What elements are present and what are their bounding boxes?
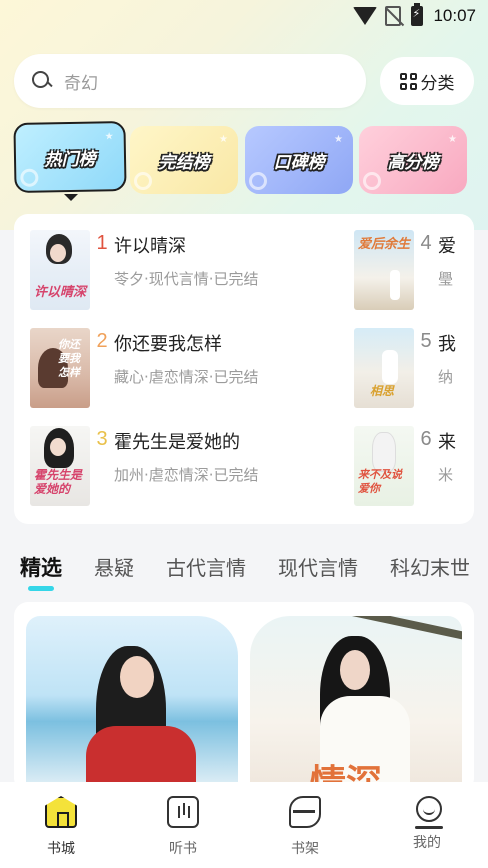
- tab-completed-rank[interactable]: ★ 完结榜: [130, 126, 238, 194]
- book-meta: 加州·虐恋情深·已完结: [114, 466, 259, 484]
- ranking-list: 许以晴深 1 许以晴深 苓夕·现代言情·已完结 你还要我怎样 2 你还要我怎样 …: [14, 214, 474, 524]
- genre-tab-modern-romance[interactable]: 现代言情: [278, 552, 358, 592]
- wifi-icon: [353, 7, 378, 25]
- bottom-navigation: 书城 听书 书架 我的: [0, 782, 488, 868]
- star-icon: ★: [334, 134, 343, 145]
- nav-listen[interactable]: 听书: [143, 796, 223, 868]
- cover-title: 许以晴深: [34, 285, 87, 300]
- status-bar: 10:07: [0, 0, 488, 32]
- tab-label: 热门榜: [44, 149, 96, 170]
- no-sim-icon: [385, 6, 402, 26]
- cover-title: 霍先生是爱她的: [34, 468, 83, 496]
- category-button-label: 分类: [420, 73, 455, 94]
- star-icon: ★: [219, 134, 228, 145]
- genre-tabs: 精选 悬疑 古代言情 现代言情 科幻末世: [20, 552, 488, 592]
- profile-icon: [414, 796, 443, 829]
- nav-label: 我的: [413, 835, 441, 851]
- nav-profile[interactable]: 我的: [387, 796, 467, 868]
- genre-tab-featured[interactable]: 精选: [20, 552, 62, 592]
- cover-title: 来不及说爱你: [358, 468, 402, 495]
- ranking-item[interactable]: 你还要我怎样 2 你还要我怎样 藏心·虐恋情深·已完结: [30, 328, 259, 410]
- nav-label: 书架: [291, 841, 319, 857]
- active-tab-pointer: [64, 194, 78, 201]
- status-time: 10:07: [433, 6, 476, 25]
- tab-label: 高分榜: [387, 152, 439, 173]
- featured-book-cover[interactable]: [26, 616, 238, 792]
- featured-section: 情深: [14, 602, 474, 792]
- tab-decoration: [20, 168, 39, 187]
- cover-title: 相思: [370, 384, 395, 398]
- grid-icon: [399, 72, 417, 90]
- book-cover: 来不及说爱你: [354, 426, 414, 506]
- book-meta: 米: [438, 466, 454, 484]
- search-icon: [32, 71, 52, 91]
- battery-charging-icon: [411, 3, 424, 26]
- nav-label: 听书: [169, 841, 197, 857]
- tab-label: 完结榜: [158, 152, 210, 173]
- book-title: 霍先生是爱她的: [114, 432, 240, 453]
- ranking-item[interactable]: 来不及说爱你 6 来 米: [354, 426, 456, 508]
- rank-number: 1: [96, 232, 108, 254]
- book-title: 爱: [438, 236, 456, 257]
- nav-bookstore[interactable]: 书城: [21, 796, 101, 868]
- tab-label: 口碑榜: [273, 152, 325, 173]
- rank-number: 3: [96, 428, 108, 450]
- tab-decoration: [134, 172, 152, 190]
- ranking-item[interactable]: 霍先生是爱她的 3 霍先生是爱她的 加州·虐恋情深·已完结: [30, 426, 259, 508]
- rank-tabs: ★ 热门榜 ★ 完结榜 ★ 口碑榜 ★ 高分榜: [13, 121, 474, 201]
- cover-title: 爱后余生: [358, 237, 411, 252]
- nav-label: 书城: [47, 841, 75, 857]
- genre-tab-ancient-romance[interactable]: 古代言情: [166, 552, 246, 592]
- book-title: 你还要我怎样: [114, 334, 222, 355]
- book-meta: 璺: [438, 270, 454, 288]
- tab-decoration: [249, 172, 267, 190]
- book-cover: 你还要我怎样: [30, 328, 90, 408]
- ranking-item[interactable]: 爱后余生 4 爱 璺: [354, 230, 456, 312]
- search-placeholder: 奇幻: [64, 73, 98, 94]
- search-input[interactable]: 奇幻: [14, 54, 366, 108]
- category-button[interactable]: 分类: [380, 57, 474, 105]
- nav-bookshelf[interactable]: 书架: [265, 796, 345, 868]
- tab-hot-rank[interactable]: ★ 热门榜: [13, 121, 127, 193]
- home-icon: [45, 796, 77, 828]
- book-cover: 霍先生是爱她的: [30, 426, 90, 506]
- tab-praise-rank[interactable]: ★ 口碑榜: [245, 126, 353, 194]
- book-meta: 藏心·虐恋情深·已完结: [114, 368, 259, 386]
- rank-number: 6: [420, 428, 432, 450]
- tab-decoration: [363, 172, 381, 190]
- book-cover: 许以晴深: [30, 230, 90, 310]
- listen-icon: [167, 796, 199, 828]
- cover-title: 你还要我怎样: [58, 338, 80, 379]
- rank-number: 5: [420, 330, 432, 352]
- ranking-item[interactable]: 相思 5 我 纳: [354, 328, 456, 410]
- book-title: 我: [438, 334, 456, 355]
- bookshelf-icon: [289, 796, 321, 828]
- genre-tab-scifi[interactable]: 科幻末世: [390, 552, 470, 592]
- star-icon: ★: [104, 131, 114, 143]
- rank-number: 2: [96, 330, 108, 352]
- genre-tab-suspense[interactable]: 悬疑: [94, 552, 134, 592]
- rank-number: 4: [420, 232, 432, 254]
- book-title: 许以晴深: [114, 236, 186, 257]
- ranking-item[interactable]: 许以晴深 1 许以晴深 苓夕·现代言情·已完结: [30, 230, 259, 312]
- book-meta: 纳: [438, 368, 454, 386]
- featured-book-cover[interactable]: 情深: [250, 616, 462, 792]
- book-cover: 相思: [354, 328, 414, 408]
- book-cover: 爱后余生: [354, 230, 414, 310]
- star-icon: ★: [448, 134, 457, 145]
- book-title: 来: [438, 432, 456, 453]
- book-meta: 苓夕·现代言情·已完结: [114, 270, 259, 288]
- tab-score-rank[interactable]: ★ 高分榜: [359, 126, 467, 194]
